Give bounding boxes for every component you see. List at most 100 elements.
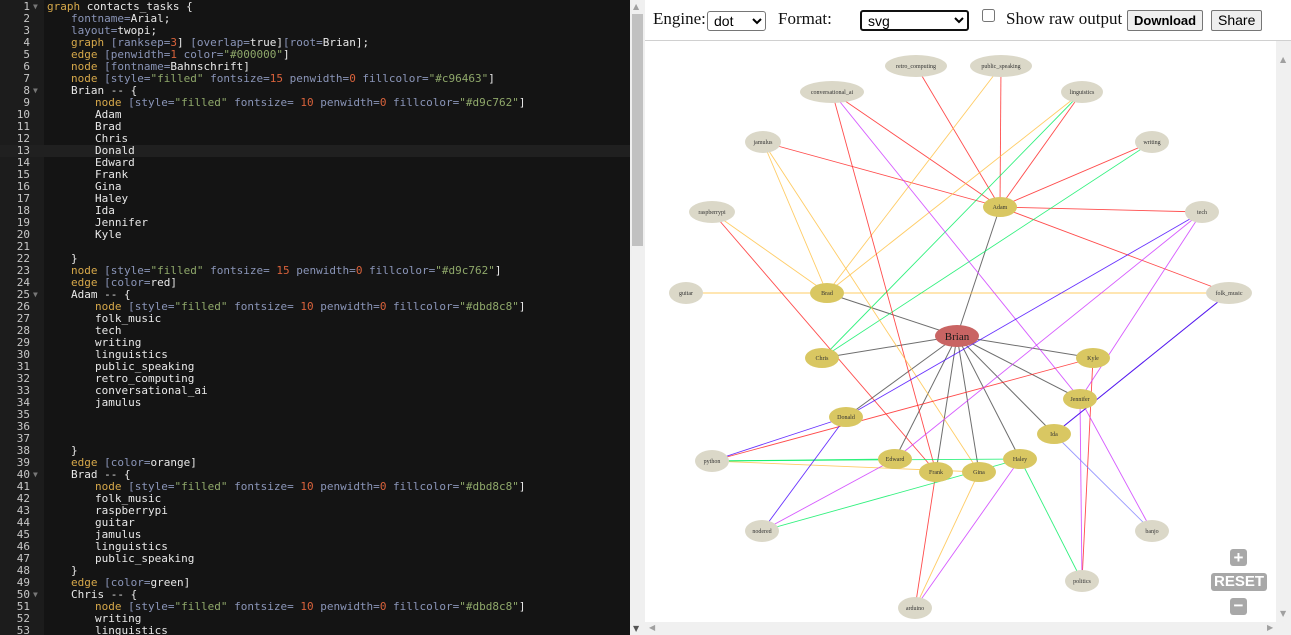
code-line[interactable]: 35 xyxy=(0,409,630,421)
node-label: raspberrypi xyxy=(698,210,726,216)
code-line[interactable]: 36 xyxy=(0,421,630,433)
graph-node[interactable]: jamulus xyxy=(745,131,781,153)
graph-node[interactable]: folk_music xyxy=(1206,282,1252,304)
graph-svg[interactable]: Brian Adam Brad Chris Donald Edward Frank Gina H… xyxy=(645,41,1276,622)
graph-edge xyxy=(761,416,847,532)
graph-node[interactable]: arduino xyxy=(898,597,932,619)
graph-node[interactable]: conversational_ai xyxy=(800,81,864,103)
graph-node[interactable]: Haley xyxy=(1003,449,1037,469)
graph-edge xyxy=(711,357,1094,462)
download-button[interactable]: Download xyxy=(1127,10,1204,31)
graph-edge xyxy=(711,211,937,473)
graph-node[interactable]: Kyle xyxy=(1076,348,1110,368)
node-label: Haley xyxy=(1013,457,1027,463)
fold-toggle-icon[interactable]: ▼ xyxy=(33,589,38,601)
graph-node[interactable]: banjo xyxy=(1135,520,1169,542)
share-button[interactable]: Share xyxy=(1211,10,1263,31)
node-label: writing xyxy=(1143,140,1160,146)
code-line[interactable]: 20 Kyle xyxy=(0,229,630,241)
graph-node[interactable]: Frank xyxy=(919,462,953,482)
graph-node[interactable]: linguistics xyxy=(1061,81,1103,103)
graph-node[interactable]: Chris xyxy=(805,348,839,368)
code-text: linguistics xyxy=(95,624,168,635)
scroll-down-icon[interactable]: ▼ xyxy=(633,624,639,633)
graph-edge xyxy=(762,141,980,473)
show-raw-output-label[interactable]: Show raw output xyxy=(1006,9,1122,29)
graph-node[interactable]: Gina xyxy=(962,462,996,482)
graph-node[interactable]: tech xyxy=(1185,201,1219,223)
format-select[interactable]: svg xyxy=(860,10,969,31)
fold-toggle-icon[interactable]: ▼ xyxy=(33,289,38,301)
graph-edge xyxy=(845,335,958,418)
graph-node[interactable]: Brian xyxy=(935,325,979,347)
node-label: guitar xyxy=(679,291,693,297)
graph-node[interactable]: public_speaking xyxy=(970,55,1032,77)
node-label: Donald xyxy=(837,415,855,421)
editor-scrollbar[interactable]: ▲ ▼ xyxy=(630,0,645,635)
engine-label: Engine: xyxy=(653,9,706,28)
canvas-horizontal-scrollbar[interactable]: ◀ ▶ xyxy=(645,622,1291,635)
code-line[interactable]: 34 jamulus xyxy=(0,397,630,409)
scroll-down-icon[interactable]: ▼ xyxy=(1280,609,1286,618)
graph-node[interactable]: guitar xyxy=(669,282,703,304)
graph-edge xyxy=(915,65,1001,208)
graph-edge xyxy=(956,335,1055,435)
graph-edge xyxy=(999,206,1203,213)
node-label: arduino xyxy=(906,606,924,612)
node-label: linguistics xyxy=(1070,90,1095,96)
code-line[interactable]: 21 xyxy=(0,241,630,253)
graph-edge xyxy=(762,141,1001,208)
toolbar: Engine: dot Format: svg Show raw output … xyxy=(645,0,1291,41)
graph-edge xyxy=(1053,433,1153,532)
node-label: retro_computing xyxy=(896,64,936,70)
node-label: conversational_ai xyxy=(811,90,854,96)
graph-node[interactable]: politics xyxy=(1065,570,1099,592)
node-label: Chris xyxy=(815,356,829,362)
fold-toggle-icon[interactable]: ▼ xyxy=(33,85,38,97)
fold-toggle-icon[interactable]: ▼ xyxy=(33,1,38,13)
code-text: node [style="filled" fontsize= 10 penwid… xyxy=(95,96,526,109)
node-label: Brad xyxy=(821,291,833,297)
node-label: python xyxy=(704,459,721,465)
scroll-right-icon[interactable]: ▶ xyxy=(1267,623,1273,632)
node-label: nodered xyxy=(752,529,771,535)
graph-node[interactable]: Adam xyxy=(983,197,1017,217)
code-line[interactable]: 53 linguistics xyxy=(0,625,630,635)
graph-canvas[interactable]: Brian Adam Brad Chris Donald Edward Frank Gina H… xyxy=(645,41,1276,622)
fold-toggle-icon[interactable]: ▼ xyxy=(33,469,38,481)
engine-select[interactable]: dot xyxy=(707,11,766,31)
code-editor[interactable]: 1 ▼ graph contacts_tasks {2 fontname=Arial;… xyxy=(0,0,630,635)
graph-edge xyxy=(845,211,1203,418)
code-line[interactable]: 47 public_speaking xyxy=(0,553,630,565)
graph-node[interactable]: nodered xyxy=(745,520,779,542)
node-label: folk_music xyxy=(1216,290,1243,297)
zoom-out-button[interactable]: − xyxy=(1230,597,1247,615)
scroll-up-icon[interactable]: ▲ xyxy=(633,2,639,11)
graph-edge xyxy=(761,458,896,532)
graph-edge xyxy=(914,471,980,609)
code-text: jamulus xyxy=(95,396,142,409)
graph-node[interactable]: Brad xyxy=(810,283,844,303)
graph-node[interactable]: Jennifer xyxy=(1063,389,1097,409)
graph-node[interactable]: Edward xyxy=(878,449,912,469)
graph-node[interactable]: raspberrypi xyxy=(689,201,735,223)
graph-node[interactable]: writing xyxy=(1135,131,1169,153)
graph-node[interactable]: Ida xyxy=(1037,424,1071,444)
graph-node[interactable]: python xyxy=(695,450,729,472)
graph-edge xyxy=(831,91,1081,400)
editor-scrollbar-thumb[interactable] xyxy=(632,14,643,246)
format-label: Format: xyxy=(778,9,832,28)
graph-node[interactable]: retro_computing xyxy=(885,55,947,77)
show-raw-output-checkbox[interactable] xyxy=(982,9,995,22)
canvas-vertical-scrollbar[interactable]: ▲ ▼ xyxy=(1276,41,1291,622)
graph-node[interactable]: Donald xyxy=(829,407,863,427)
scroll-up-icon[interactable]: ▲ xyxy=(1280,55,1286,64)
code-line[interactable]: 37 xyxy=(0,433,630,445)
reset-zoom-button[interactable]: RESET xyxy=(1211,573,1267,591)
graph-edge xyxy=(821,141,1153,359)
scroll-left-icon[interactable]: ◀ xyxy=(649,623,655,632)
graph-edge xyxy=(956,206,1001,337)
graph-edge xyxy=(999,65,1002,208)
zoom-in-button[interactable]: + xyxy=(1230,549,1247,566)
node-label: Gina xyxy=(973,470,985,476)
